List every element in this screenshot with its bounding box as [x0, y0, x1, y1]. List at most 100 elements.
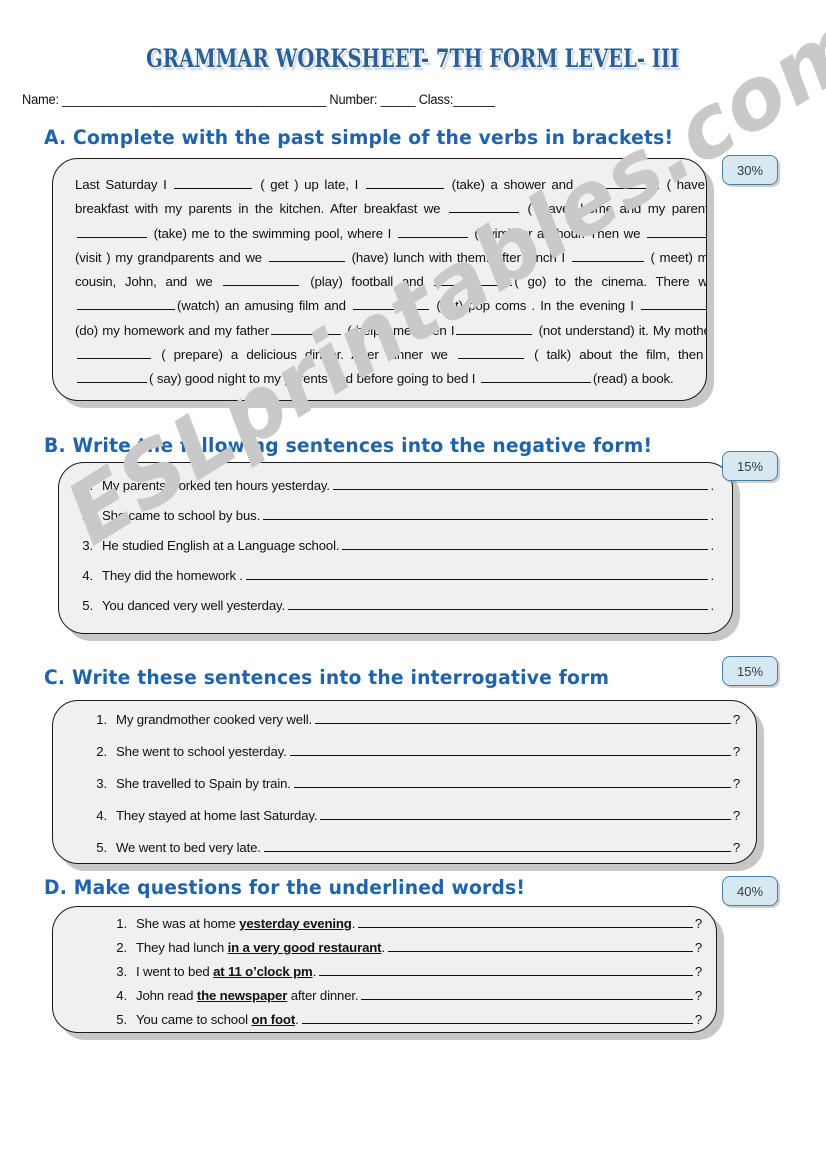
answer-line[interactable]	[358, 915, 693, 928]
answer-line[interactable]	[319, 963, 693, 976]
section-d-question-list: 1. She was at home yesterday evening. ? 2.…	[53, 907, 716, 1032]
answer-blank[interactable]	[434, 272, 513, 287]
answer-line[interactable]	[293, 775, 731, 788]
question-row: 1. My parents worked ten hours yesterday.…	[67, 477, 714, 493]
answer-blank[interactable]	[480, 369, 591, 384]
paragraph-text: (watch) an amusing film and	[177, 298, 352, 314]
underlined-phrase: in a very good restaurant	[227, 940, 382, 955]
answer-blank[interactable]	[647, 224, 706, 238]
section-b-answer-box[interactable]: 1. My parents worked ten hours yesterday.…	[58, 462, 733, 634]
question-number: 2.	[96, 744, 107, 759]
answer-line[interactable]	[245, 567, 709, 580]
paragraph-text: Last Saturday I	[75, 177, 173, 192]
answer-line[interactable]	[342, 537, 709, 550]
paragraph-text: (eat) pop coms . In the evening I	[431, 298, 640, 314]
question-row: 3. She travelled to Spain by train. ?	[81, 775, 740, 791]
paragraph-text: (take) me to the swimming pool, where I	[149, 225, 396, 241]
answer-line[interactable]	[263, 507, 709, 520]
answer-blank[interactable]	[365, 175, 444, 189]
end-punctuation: ?	[694, 1012, 702, 1027]
question-number: 4.	[96, 808, 107, 823]
answer-blank[interactable]	[77, 224, 147, 238]
end-punctuation: .	[710, 568, 714, 583]
paragraph-text: ( go) to the cinema. There we	[514, 274, 707, 290]
question-row: 3. He studied English at a Language schoo…	[67, 537, 714, 553]
underlined-phrase: on foot	[251, 1012, 296, 1027]
answer-line[interactable]	[301, 1011, 693, 1024]
underlined-phrase: the newspaper	[196, 988, 288, 1003]
section-c-question-list: 1. My grandmother cooked very well. ? 2. Sh…	[53, 701, 756, 863]
answer-line[interactable]	[320, 807, 731, 820]
question-row: 1. My grandmother cooked very well. ?	[81, 711, 740, 727]
end-punctuation: .	[710, 538, 714, 553]
question-text: My parents worked ten hours yesterday.	[102, 478, 330, 493]
question-number: 5.	[96, 840, 107, 855]
answer-line[interactable]	[332, 477, 709, 490]
end-punctuation: .	[710, 508, 714, 523]
question-number: 3.	[96, 776, 107, 791]
question-text: She came to school by bus.	[102, 508, 261, 523]
answer-line[interactable]	[361, 987, 693, 1000]
answer-line[interactable]	[288, 597, 709, 610]
section-d-heading: D. Make questions for the underlined wor…	[44, 876, 526, 899]
question-number: 5.	[116, 1012, 127, 1027]
question-text: They had lunch in a very good restaurant…	[136, 940, 385, 955]
answer-line[interactable]	[263, 839, 731, 852]
answer-line[interactable]	[315, 711, 731, 724]
question-text: You danced very well yesterday.	[102, 598, 286, 613]
answer-blank[interactable]	[174, 175, 253, 189]
underlined-phrase: at 11 o’clock pm	[213, 964, 313, 979]
question-number: 5.	[82, 598, 93, 613]
answer-blank[interactable]	[271, 321, 342, 335]
section-b-weight-badge: 15%	[722, 451, 778, 481]
section-a-answer-box[interactable]: Last Saturday I ( get ) up late, I (take…	[52, 158, 707, 401]
section-d-answer-box[interactable]: 1. She was at home yesterday evening. ? 2.…	[52, 906, 717, 1033]
question-number: 1.	[82, 478, 93, 493]
question-row: 4. They did the homework ..	[67, 567, 714, 583]
answer-blank[interactable]	[223, 272, 300, 287]
question-text: They stayed at home last Saturday.	[116, 808, 318, 823]
worksheet-page: ESLprintables.com GRAMMAR WORKSHEET- 7TH…	[0, 0, 826, 1169]
answer-blank[interactable]	[268, 248, 345, 262]
answer-blank[interactable]	[397, 224, 468, 238]
section-c-heading: C. Write these sentences into the interr…	[44, 666, 610, 689]
answer-blank[interactable]	[571, 248, 644, 262]
answer-blank[interactable]	[580, 175, 659, 189]
end-punctuation: ?	[732, 712, 740, 727]
end-punctuation: ?	[732, 744, 740, 759]
underlined-phrase: yesterday evening	[239, 916, 352, 931]
answer-line[interactable]	[387, 939, 693, 952]
answer-blank[interactable]	[457, 345, 524, 360]
answer-blank[interactable]	[77, 369, 147, 384]
question-number: 2.	[82, 508, 93, 523]
answer-blank[interactable]	[353, 296, 430, 311]
answer-blank[interactable]	[448, 199, 519, 214]
end-punctuation: ?	[732, 840, 740, 855]
paragraph-text: ( leave) home and my parents	[520, 201, 707, 217]
end-punctuation: ?	[694, 940, 702, 955]
section-c-weight-badge: 15%	[722, 656, 778, 686]
answer-blank[interactable]	[77, 296, 175, 311]
question-number: 3.	[116, 964, 127, 979]
end-punctuation: ?	[694, 964, 702, 979]
question-text: I went to bed at 11 o’clock pm.	[136, 964, 317, 979]
paragraph-text: (visit ) my grandparents and we	[75, 249, 267, 265]
paragraph-text: (take) a shower and	[445, 177, 579, 192]
section-a-cloze-paragraph: Last Saturday I ( get ) up late, I (take…	[75, 173, 707, 392]
question-text: My grandmother cooked very well.	[116, 712, 313, 727]
answer-blank[interactable]	[456, 321, 533, 335]
paragraph-text: ( talk) about the film, then I	[525, 347, 707, 363]
student-info-line: Name: __________________________________…	[22, 92, 495, 107]
section-b-question-list: 1. My parents worked ten hours yesterday.…	[59, 463, 732, 627]
answer-line[interactable]	[289, 743, 731, 756]
answer-blank[interactable]	[77, 345, 151, 360]
end-punctuation: .	[710, 478, 714, 493]
question-number: 2.	[116, 940, 127, 955]
paragraph-text: (swim) for an hour. Then we	[469, 225, 645, 241]
section-d-weight-badge: 40%	[722, 876, 778, 906]
question-row: 4. They stayed at home last Saturday. ?	[81, 807, 740, 823]
end-punctuation: ?	[694, 988, 702, 1003]
section-c-answer-box[interactable]: 1. My grandmother cooked very well. ? 2. Sh…	[52, 700, 757, 864]
paragraph-text: (have) lunch with them. After lunch I	[346, 249, 570, 265]
answer-blank[interactable]	[641, 296, 706, 311]
